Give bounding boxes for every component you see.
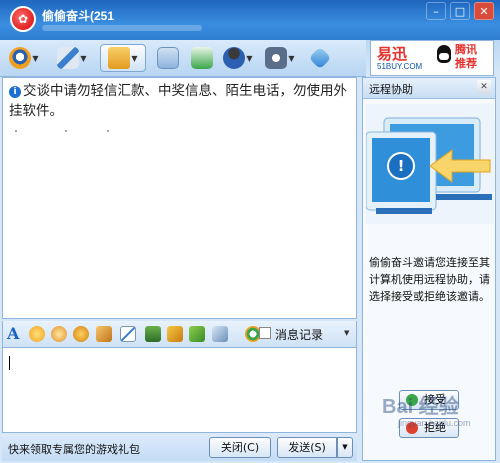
send-button[interactable]: 发送(S): [277, 437, 337, 458]
signature-text: [42, 25, 202, 31]
send-options-button[interactable]: ▼: [337, 437, 353, 458]
close-icon[interactable]: ✕: [477, 80, 491, 94]
music-icon[interactable]: [167, 326, 183, 342]
user-info-icon: [223, 47, 246, 69]
video-call-button[interactable]: ▼: [6, 44, 42, 72]
remote-assist-description: 偷偷奋斗邀请您连接至其计算机使用远程协助，请选择接受或拒绝该邀请。: [369, 256, 490, 303]
image-icon[interactable]: [145, 326, 161, 342]
system-message: i 交谈中请勿轻信汇款、中奖信息、陌生电话，勿使用外挂软件。: [9, 81, 349, 121]
app-logo-icon: ✿: [10, 6, 36, 32]
scribble-icon[interactable]: [96, 326, 112, 342]
screenshot-icon[interactable]: [120, 326, 136, 342]
ad-brand: 易迅: [377, 46, 408, 63]
svg-text:!: !: [398, 157, 405, 175]
minimize-button[interactable]: –: [426, 2, 446, 20]
remote-assist-title: 远程协助: [369, 83, 413, 96]
folder-icon: [108, 47, 131, 69]
video-call-icon: [9, 47, 32, 69]
toolbar: ▼ ▼ ▼ ▼ ▼: [0, 40, 366, 77]
email-icon: [157, 47, 179, 69]
ad-banner[interactable]: 易迅 51BUY.COM 腾讯推荐: [370, 40, 494, 76]
chevron-down-icon[interactable]: ▼: [344, 329, 349, 337]
send-file-button[interactable]: ▼: [100, 44, 146, 72]
create-group-button[interactable]: [184, 44, 220, 72]
chat-history[interactable]: i 交谈中请勿轻信汇款、中奖信息、陌生电话，勿使用外挂软件。: [2, 77, 357, 319]
user-info-button[interactable]: ▼: [220, 44, 256, 72]
qq-penguin-icon: [437, 45, 451, 63]
message-record-icon: [259, 327, 271, 339]
voice-call-button[interactable]: ▼: [54, 44, 90, 72]
format-toolbar: A 消息记录 ▼: [2, 321, 357, 347]
font-icon[interactable]: A: [7, 324, 19, 343]
close-button[interactable]: 关闭(C): [209, 437, 271, 458]
info-icon: i: [9, 86, 21, 98]
gift-icon[interactable]: [189, 326, 205, 342]
message-record-button[interactable]: 消息记录: [275, 326, 323, 343]
ad-partner: 腾讯推荐: [455, 43, 477, 70]
shake-icon[interactable]: [73, 326, 89, 342]
text-caret: [9, 356, 10, 370]
magic-emoticon-icon[interactable]: [51, 326, 67, 342]
system-message-text: 交谈中请勿轻信汇款、中奖信息、陌生电话，勿使用外挂软件。: [9, 83, 347, 119]
chat-window: ✿ 偷偷奋斗(251 – □ ✕ ▼ ▼ ▼ ▼ ▼ 易迅 51BUY.COM …: [0, 0, 500, 463]
remote-assist-header: 远程协助 ✕: [363, 78, 495, 99]
settings-icon: [265, 47, 288, 69]
remote-assist-illustration: !: [366, 104, 494, 224]
message-input[interactable]: [2, 347, 357, 433]
game-gift-link[interactable]: 快来领取专属您的游戏礼包: [8, 441, 140, 457]
ad-url: 51BUY.COM: [377, 62, 423, 71]
close-window-button[interactable]: ✕: [474, 2, 494, 20]
app-icon: [308, 46, 332, 70]
bottom-bar: 快来领取专属您的游戏礼包 关闭(C) 发送(S) ▼: [2, 433, 357, 461]
email-button[interactable]: [150, 44, 186, 72]
settings-button[interactable]: ▼: [262, 44, 298, 72]
create-group-icon: [191, 47, 213, 69]
title-bar[interactable]: ✿ 偷偷奋斗(251 – □ ✕: [0, 0, 500, 40]
watermark-url: jingyan.baidu.com: [398, 418, 471, 428]
emoticon-icon[interactable]: [29, 326, 45, 342]
watermark-logo: Bai 经验: [382, 396, 459, 418]
microphone-icon: [57, 47, 80, 69]
app-store-icon[interactable]: [212, 326, 228, 342]
window-title: 偷偷奋斗(251: [42, 9, 115, 23]
app-button[interactable]: [302, 44, 338, 72]
maximize-button[interactable]: □: [450, 2, 470, 20]
